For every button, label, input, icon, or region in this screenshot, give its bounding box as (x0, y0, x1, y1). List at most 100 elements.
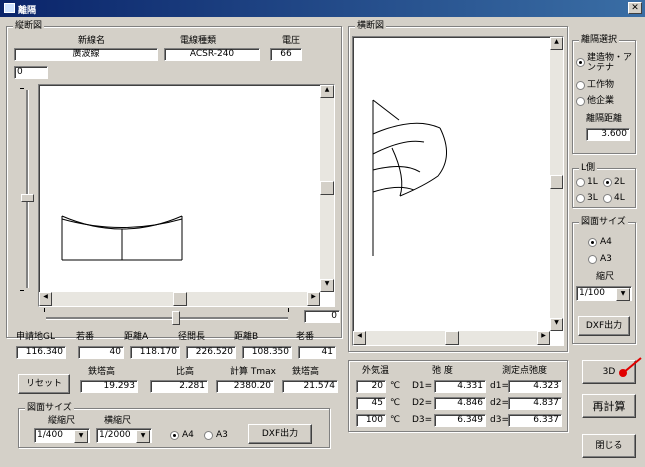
tower-header: 鉄塔高 (292, 367, 320, 377)
scroll-up-arrow[interactable]: ▲ (550, 37, 563, 50)
horizontal-zoom-slider[interactable] (42, 308, 292, 328)
elev-size-a3-radio[interactable] (204, 431, 213, 440)
line-name-header: 新線名 (78, 36, 106, 46)
d-label: D1= (412, 381, 433, 391)
hscroll-thumb[interactable] (173, 292, 187, 306)
cross-section-drawing (372, 99, 447, 256)
temp-field[interactable]: 45 (356, 397, 386, 410)
station-value: 116.340 (16, 346, 66, 359)
station-header: 申請地GL (16, 332, 55, 342)
l-side-radio-2l[interactable] (603, 178, 612, 187)
station-value: 108.350 (242, 346, 292, 359)
chevron-down-icon[interactable]: ▼ (616, 288, 630, 301)
cross-hscroll[interactable]: ◀ ▶ (353, 331, 550, 345)
chevron-down-icon[interactable]: ▼ (74, 430, 88, 443)
title-bar: 離隔 ✕ (0, 0, 645, 17)
sep-label-structure: 工作物 (587, 80, 615, 90)
print-size-group-label: 図面サイズ (25, 402, 74, 414)
horizontal-slider-thumb[interactable] (172, 311, 180, 325)
d-label: D3= (412, 415, 433, 425)
tower-value: 19.293 (80, 380, 138, 393)
temp-field[interactable]: 20 (356, 380, 386, 393)
l-side-group-label: L側 (579, 162, 598, 174)
dd-label: d1= (490, 381, 509, 391)
tower-value: 2.281 (150, 380, 208, 393)
vertical-zoom-slider[interactable] (20, 88, 36, 292)
reset-button[interactable]: リセット (18, 374, 70, 394)
hscroll-thumb[interactable] (445, 331, 459, 345)
cross-vscroll[interactable]: ▲ ▼ (550, 37, 563, 331)
l-side-radio-1l[interactable] (576, 178, 585, 187)
station-header: 若番 (76, 332, 95, 342)
tower-value: 2380.20 (216, 380, 274, 393)
temp-field[interactable]: 100 (356, 414, 386, 427)
cross-section-canvas[interactable]: ▲ ▼ ◀ ▶ (352, 36, 564, 346)
sag-value: 6.349 (434, 414, 486, 427)
sag-value: 4.331 (434, 380, 486, 393)
unit-label: ℃ (390, 415, 401, 425)
vertical-slider-thumb[interactable] (21, 194, 34, 202)
app-icon (4, 3, 15, 13)
vscroll-thumb[interactable] (550, 175, 563, 189)
scroll-down-arrow[interactable]: ▼ (320, 279, 334, 292)
elev-dxf-export-button[interactable]: DXF出力 (248, 424, 312, 444)
elevation-group-label: 縦断図 (13, 20, 45, 32)
scroll-left-arrow[interactable]: ◀ (353, 331, 366, 345)
point-sag-header: 測定点弛度 (502, 366, 548, 376)
separation-distance-field[interactable]: 3.600 (586, 128, 630, 141)
v-scale-select[interactable]: 1/400 ▼ (34, 428, 90, 443)
point-sag-value: 6.337 (508, 414, 562, 427)
scroll-up-arrow[interactable]: ▲ (320, 85, 334, 98)
drawing-size-group-label: 図面サイズ (579, 216, 628, 228)
line-name-field: 廣波線 (14, 48, 158, 61)
elevation-hscroll[interactable]: ◀ ▶ (39, 292, 320, 306)
station-value: 226.520 (186, 346, 236, 359)
sep-label-other-company: 他企業 (587, 96, 615, 106)
draw-dxf-export-button[interactable]: DXF出力 (578, 316, 630, 336)
scroll-right-arrow[interactable]: ▶ (537, 331, 550, 345)
point-sag-value: 4.323 (508, 380, 562, 393)
elevation-canvas[interactable]: ▲ ▼ ◀ ▶ (38, 84, 335, 307)
tower-header: 鉄塔高 (88, 367, 116, 377)
draw-size-a4-radio[interactable] (588, 238, 597, 247)
drawing-scale-label: 縮尺 (596, 272, 615, 282)
tower-header: 比高 (176, 367, 195, 377)
station-header: 径間長 (178, 332, 206, 342)
draw-size-a3-radio[interactable] (588, 255, 597, 264)
close-window-button[interactable]: ✕ (628, 2, 642, 14)
close-button[interactable]: 閉じる (582, 434, 636, 458)
vscroll-thumb[interactable] (320, 181, 334, 195)
l-side-label-4l: 4L (614, 193, 625, 203)
dd-label: d2= (490, 398, 509, 408)
recalculate-button[interactable]: 再計算 (582, 394, 636, 418)
separation-distance-label: 離隔距離 (586, 114, 623, 124)
scroll-right-arrow[interactable]: ▶ (307, 292, 320, 306)
span-info: 申請地GL 若番 距離A 径間長 距離B 老番 116.340 40 118.1… (16, 332, 336, 360)
sep-radio-other-company[interactable] (576, 97, 585, 106)
chevron-down-icon[interactable]: ▼ (136, 430, 150, 443)
v-scale-value: 1/400 (37, 430, 63, 440)
voltage-field: 66 (270, 48, 302, 61)
sep-radio-structure[interactable] (576, 81, 585, 90)
elev-size-a3-label: A3 (216, 430, 228, 440)
sep-label-building: 建造物・アンテナ (587, 53, 633, 73)
voltage-header: 電圧 (282, 36, 301, 46)
temp-header: 外気温 (362, 366, 390, 376)
wire-type-field: ACSR-240 (164, 48, 260, 61)
scroll-left-arrow[interactable]: ◀ (39, 292, 52, 306)
scroll-down-arrow[interactable]: ▼ (550, 318, 563, 331)
separation-group-label: 離隔選択 (579, 34, 620, 46)
drawing-scale-select[interactable]: 1/100 ▼ (576, 286, 632, 301)
h-scale-select[interactable]: 1/2000 ▼ (96, 428, 152, 443)
cross-section-group-label: 横断図 (355, 20, 387, 32)
wire-type-header: 電線種類 (180, 36, 217, 46)
v-scale-label: 縦縮尺 (48, 416, 76, 426)
elev-size-a4-radio[interactable] (170, 431, 179, 440)
sep-radio-building[interactable] (576, 58, 585, 67)
l-side-radio-4l[interactable] (603, 194, 612, 203)
elevation-vscroll[interactable]: ▲ ▼ (320, 85, 334, 292)
tower-header: 計算 Tmax (230, 367, 276, 377)
l-side-radio-3l[interactable] (576, 194, 585, 203)
station-header: 距離A (124, 332, 149, 342)
draw-size-a4-label: A4 (600, 237, 612, 247)
